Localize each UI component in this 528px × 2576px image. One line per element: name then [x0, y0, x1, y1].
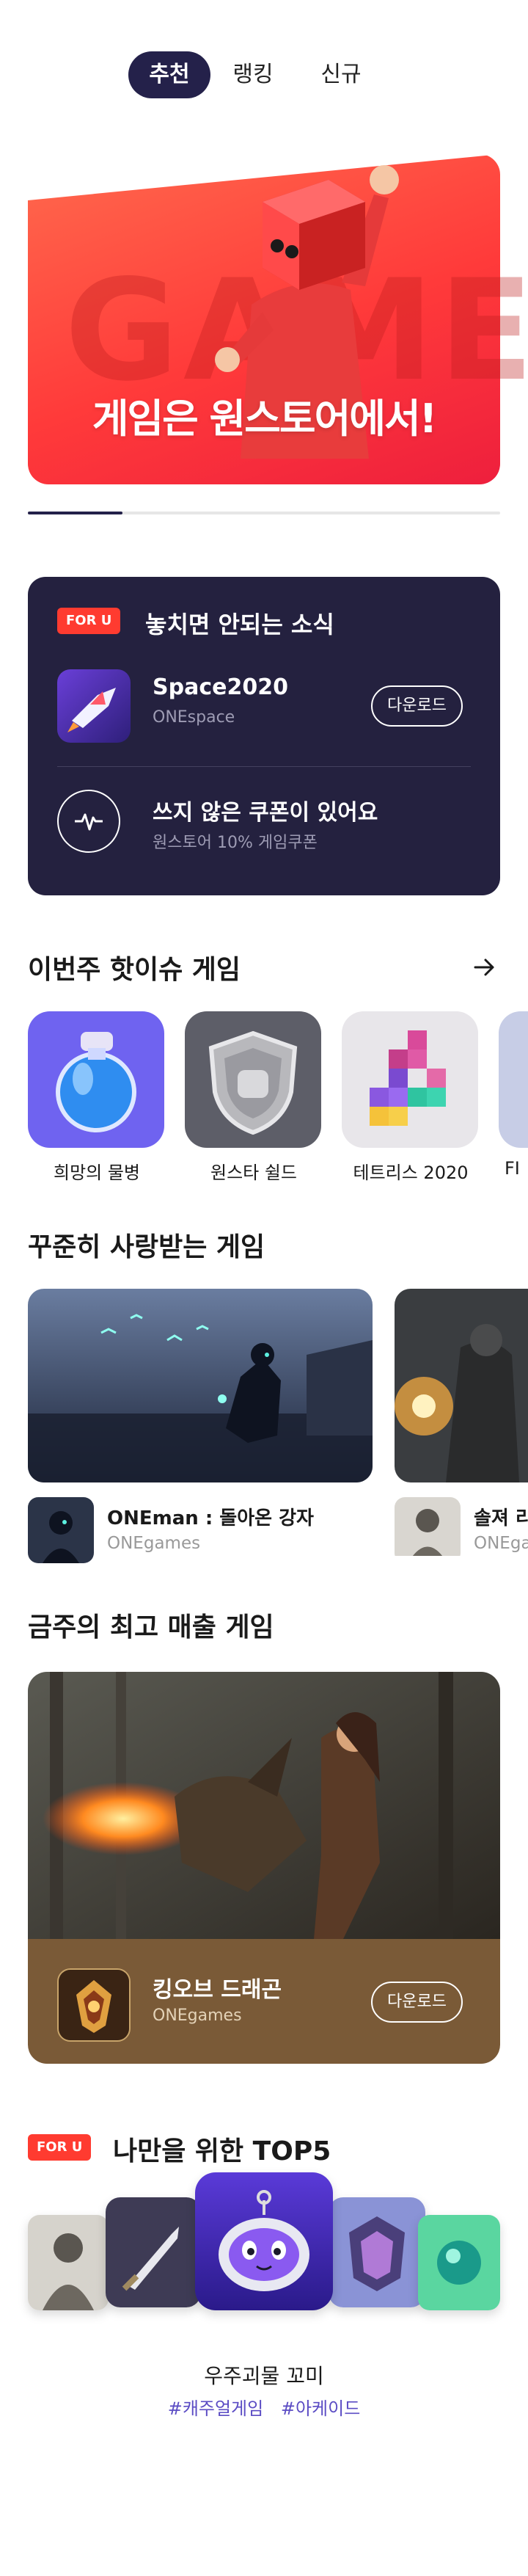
top-sales-info-bar: 킹오브 드래곤 ONEgames 다운로드	[28, 1939, 500, 2064]
hero-banner[interactable]: GAME 게임은 원스토어에서!	[28, 139, 528, 484]
steady-game-name: 솔져 리	[474, 1507, 528, 1529]
hot-issue-item[interactable]: 테트리스 2020	[342, 1011, 480, 1184]
arrow-right-icon[interactable]	[469, 953, 499, 982]
tetris-blocks-icon	[342, 1011, 478, 1148]
oneman-artwork	[28, 1289, 373, 1482]
soldier-thumbnail-icon	[395, 1497, 461, 1556]
top5-badge: FOR U	[28, 2134, 92, 2161]
top-sales-app-name[interactable]: 킹오브 드래곤	[153, 1971, 282, 2004]
potion-bottle-icon	[28, 1011, 164, 1148]
hot-issue-label: 원스타 쉴드	[210, 1163, 298, 1183]
soldier-artwork	[395, 1289, 528, 1482]
foryou-download-button[interactable]: 다운로드	[371, 685, 463, 727]
steady-game-card[interactable]: 솔져 리 ONEga	[395, 1289, 528, 1556]
top5-sword-icon[interactable]	[106, 2197, 201, 2307]
top5-featured-name[interactable]: 우주괴물 꼬미	[0, 2360, 528, 2390]
steady-meta: ONEman : 돌아온 강자 ONEgames	[28, 1482, 373, 1563]
dragon-warrior-artwork	[28, 1672, 500, 1939]
oneman-thumbnail-icon	[28, 1497, 94, 1563]
top-sales-download-button[interactable]: 다운로드	[371, 1982, 463, 2023]
steady-game-developer: ONEgames	[107, 1534, 201, 1553]
coupon-title[interactable]: 쓰지 않은 쿠폰이 있어요	[153, 794, 378, 826]
top5-title: 나만을 위한 TOP5	[113, 2136, 331, 2166]
hot-issue-item[interactable]: 희망의 물병	[28, 1011, 166, 1184]
hot-issue-section-title: 이번주 핫이슈 게임	[28, 955, 241, 985]
partial-game-icon	[499, 1011, 528, 1148]
top-sales-app-developer: ONEgames	[153, 2006, 242, 2025]
hot-issue-item[interactable]: 원스타 쉴드	[185, 1011, 323, 1184]
foryou-badge: FOR U	[57, 608, 121, 634]
tag-casual[interactable]: #캐주얼게임	[168, 2398, 264, 2419]
steady-game-developer: ONEga	[474, 1534, 528, 1553]
hot-issue-label: 희망의 물병	[53, 1163, 141, 1183]
hero-carousel-progress-fill	[28, 512, 122, 514]
top-sales-card[interactable]: 킹오브 드래곤 ONEgames 다운로드	[28, 1672, 500, 2064]
steady-meta: 솔져 리 ONEga	[395, 1482, 528, 1556]
top-sales-section-title: 금주의 최고 매출 게임	[28, 1612, 274, 1642]
top5-soldier-icon[interactable]	[28, 2215, 109, 2310]
steady-section-title: 꾸준히 사랑받는 게임	[28, 1232, 265, 1262]
steady-game-name: ONEman : 돌아온 강자	[107, 1507, 314, 1529]
hot-issue-item[interactable]: FI	[499, 1011, 528, 1179]
foryou-app-name[interactable]: Space2020	[153, 674, 288, 700]
shield-fist-icon	[185, 1011, 321, 1148]
foryou-app-developer: ONEspace	[153, 708, 235, 727]
hero-title: 게임은 원스토어에서!	[92, 396, 438, 442]
foryou-heading: 놓치면 안되는 소식	[145, 611, 334, 638]
top5-tags: #캐주얼게임 #아케이드	[0, 2394, 528, 2420]
top5-space-monster-icon[interactable]	[195, 2172, 333, 2310]
coupon-subtitle: 원스토어 10% 게임쿠폰	[153, 834, 318, 852]
hot-issue-label: 테트리스 2020	[353, 1163, 469, 1183]
tab-ranking[interactable]: 랭킹	[220, 51, 286, 98]
hot-issue-label: FI	[505, 1158, 520, 1179]
space2020-app-icon[interactable]	[57, 669, 131, 743]
tag-arcade[interactable]: #아케이드	[281, 2398, 360, 2419]
top5-orb-icon[interactable]	[418, 2215, 500, 2310]
tab-recommended[interactable]: 추천	[128, 51, 210, 98]
foryou-card: FOR U 놓치면 안되는 소식 Space2020 ONEspace 다운로드…	[28, 577, 500, 895]
king-of-dragon-app-icon[interactable]	[57, 1968, 131, 2042]
tab-new[interactable]: 신규	[308, 51, 374, 98]
top5-knight-helmet-icon[interactable]	[329, 2197, 425, 2307]
steady-game-card[interactable]: ONEman : 돌아온 강자 ONEgames	[28, 1289, 373, 1563]
foryou-divider	[57, 766, 471, 767]
top-tab-bar: 추천 랭킹 신규	[0, 46, 528, 101]
waveform-coupon-icon	[57, 790, 120, 853]
hero-carousel-progress	[28, 512, 500, 514]
